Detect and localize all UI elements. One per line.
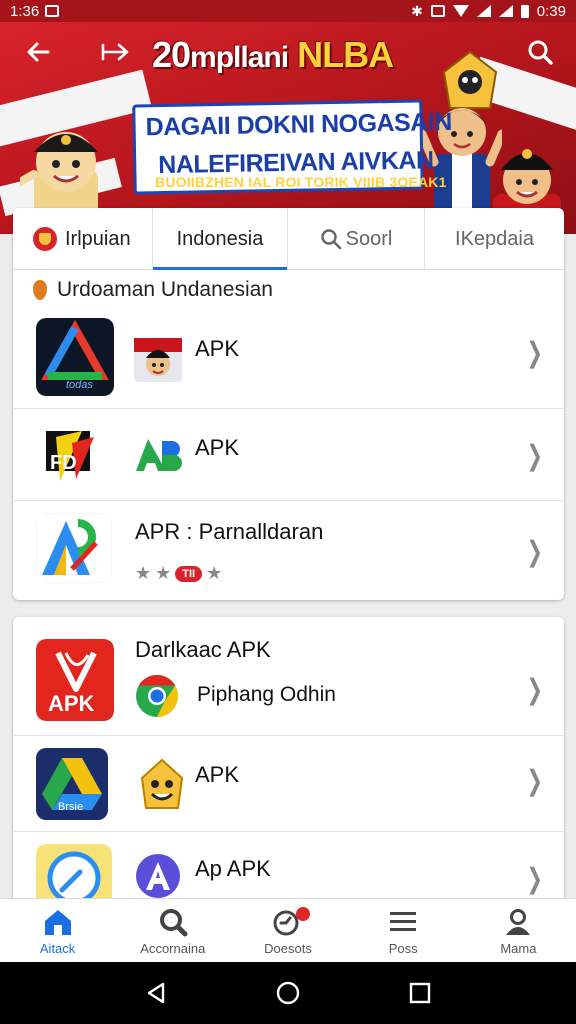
chevron-right-icon: ❯ (526, 863, 543, 894)
svg-text:FD: FD (50, 452, 77, 474)
system-back-icon[interactable] (143, 980, 169, 1006)
chevron-right-icon: ❯ (526, 337, 543, 368)
home-icon (44, 910, 71, 935)
list-item[interactable]: APK Darlkaac APK Piphang Odhin ❯ (13, 617, 564, 735)
section-title: Urdoaman Undanesian (57, 278, 273, 301)
nav-label: Aitack (39, 941, 76, 956)
ab-logo-icon (136, 439, 182, 471)
nav-label: Poss (388, 941, 418, 956)
mascot-thumb-icon (134, 338, 182, 382)
app-subtitle: Piphang Odhin (197, 683, 336, 706)
nav-home[interactable]: Aitack (0, 899, 115, 962)
app-title: APK (195, 336, 240, 361)
list-item[interactable]: FD APK ❯ (13, 408, 564, 500)
star-icon: ★ (206, 563, 223, 583)
bluetooth-icon: ✱ (411, 2, 423, 19)
status-time: 1:36 (10, 2, 40, 20)
app-icon-fd: FD (36, 423, 106, 487)
tab-bar: Irlpuian Indonesia Soorl IKepdaia (13, 208, 564, 270)
tab-search[interactable]: Soorl (288, 208, 425, 270)
tab-kepdaia[interactable]: IKepdaia (425, 208, 564, 270)
notification-badge (296, 907, 311, 921)
app-icon-drive: Brsie (36, 748, 108, 820)
star-icon: ★ (155, 563, 172, 583)
mascot-emoji-icon (140, 758, 184, 809)
a-logo-icon (136, 854, 180, 898)
app-icon-colorful-a (36, 513, 112, 583)
badge-icon (33, 227, 57, 251)
app-title: APK (195, 435, 240, 460)
promo-banner[interactable]: 20mpllani NLBA DAGAII DOKNI NOGASAIN NAL… (0, 22, 576, 234)
list-item[interactable]: todas APK ❯ (13, 308, 564, 408)
chevron-right-icon: ❯ (526, 536, 543, 567)
promo-subtitle: BUOIIBZHEN IAL ROI TORIK VIIIB 3OEAK1 (155, 174, 447, 190)
nav-label: Accornaina (140, 941, 206, 956)
search-icon (159, 909, 188, 937)
system-navigation-bar (0, 962, 576, 1024)
chevron-right-icon: ❯ (526, 674, 543, 705)
notification-icon (45, 5, 60, 17)
app-title: Darlkaac APK (135, 637, 271, 662)
nav-updates[interactable]: Doesots (230, 899, 345, 962)
rating-badge: TII (175, 565, 203, 582)
battery-icon (520, 4, 529, 18)
tab-indonesia[interactable]: Indonesia (153, 208, 288, 270)
banner-headline: 20mpllani NLBA (152, 34, 394, 75)
svg-text:APK: APK (48, 691, 95, 716)
rating-row: ★ ★ TII ★ (135, 563, 222, 584)
apk-red-icon: APK (36, 639, 114, 721)
signal-icon (476, 5, 491, 17)
vibrate-icon (430, 5, 445, 17)
chrome-icon (136, 675, 179, 717)
profile-icon (506, 909, 531, 935)
apps-card: Irlpuian Indonesia Soorl IKepdaia Urdoam… (13, 208, 564, 600)
battery-text: 0:39 (536, 2, 566, 20)
apps-card-2: APK Darlkaac APK Piphang Odhin ❯ Brsie A… (13, 617, 564, 907)
chevron-right-icon: ❯ (526, 440, 543, 471)
list-item[interactable]: Ap APK ❯ (13, 831, 564, 907)
section-header: Urdoaman Undanesian (33, 278, 273, 302)
wifi-icon (452, 5, 469, 17)
status-bar: 1:36 ✱ 0:39 (0, 0, 576, 22)
chevron-right-icon: ❯ (526, 765, 543, 796)
nav-label: Doesots (264, 941, 312, 956)
star-icon: ★ (135, 563, 152, 583)
tab-label: Soorl (345, 227, 393, 250)
tab-irlpuian[interactable]: Irlpuian (13, 208, 153, 270)
tab-label: Indonesia (176, 227, 264, 250)
search-icon (320, 229, 341, 250)
nav-search[interactable]: Accornaina (115, 899, 230, 962)
tab-label: IKepdaia (455, 227, 534, 250)
nav-profile[interactable]: Mama (461, 899, 576, 962)
app-title: APK (195, 762, 240, 787)
menu-icon (390, 912, 417, 931)
app-title: Ap APK (195, 856, 271, 881)
location-pin-icon (33, 280, 47, 300)
search-icon[interactable] (516, 28, 564, 76)
svg-text:Brsie: Brsie (58, 801, 83, 813)
tab-label: Irlpuian (65, 227, 131, 250)
forward-arrow-icon[interactable] (92, 28, 140, 76)
list-item[interactable]: Brsie APK ❯ (13, 735, 564, 831)
svg-text:todas: todas (66, 379, 93, 391)
bottom-navigation: Aitack Accornaina Doesots Poss Mama (0, 898, 576, 962)
nav-menu[interactable]: Poss (346, 899, 461, 962)
app-icon-triangle: todas (36, 318, 114, 396)
list-item[interactable]: APR : Parnalldaran ★ ★ TII ★ ❯ (13, 500, 564, 600)
app-title: APR : Parnalldaran (135, 519, 324, 544)
back-arrow-icon[interactable] (14, 28, 62, 76)
signal-icon-2 (498, 5, 513, 17)
system-home-icon[interactable] (275, 980, 301, 1006)
system-recents-icon[interactable] (407, 980, 433, 1006)
nav-label: Mama (500, 941, 537, 956)
promo-line-1: DAGAII DOKNI NOGASAIN (145, 107, 453, 142)
